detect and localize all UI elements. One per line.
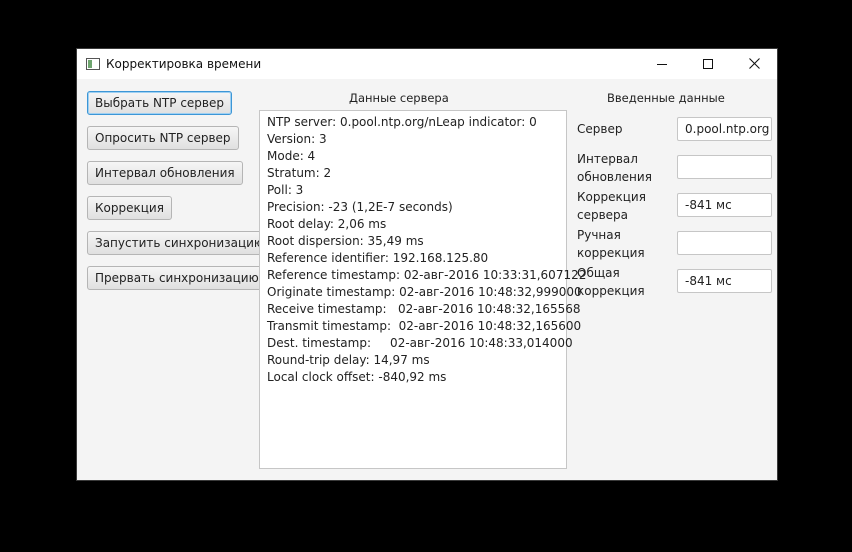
close-icon <box>749 58 760 69</box>
update-interval-button[interactable]: Интервал обновления <box>87 161 243 185</box>
server-data-line: Reference timestamp: 02-авг-2016 10:33:3… <box>267 268 587 282</box>
correction-button[interactable]: Коррекция <box>87 196 172 220</box>
title-bar: Корректировка времени <box>77 49 777 79</box>
server-data-line: Dest. timestamp: 02-авг-2016 10:48:33,01… <box>267 336 573 350</box>
server-data-title: Данные сервера <box>349 91 449 105</box>
server-data-line: Root dispersion: 35,49 ms <box>267 234 424 248</box>
total-correction-label: Общая коррекция <box>577 266 645 298</box>
server-correction-label: Коррекция сервера <box>577 190 646 222</box>
server-data-line: Mode: 4 <box>267 149 316 163</box>
start-sync-button[interactable]: Запустить синхронизацию <box>87 231 273 255</box>
app-window: Корректировка времени Выбрать NTP сервер… <box>77 49 777 480</box>
server-data-line: Poll: 3 <box>267 183 304 197</box>
server-data-line: Round-trip delay: 14,97 ms <box>267 353 430 367</box>
stop-sync-button[interactable]: Прервать синхронизацию <box>87 266 267 290</box>
interval-label: Интервал обновления <box>577 152 652 184</box>
server-data-line: Reference identifier: 192.168.125.80 <box>267 251 489 265</box>
poll-ntp-server-button[interactable]: Опросить NTP сервер <box>87 126 239 150</box>
server-data-line: Receive timestamp: 02-авг-2016 10:48:32,… <box>267 302 581 316</box>
manual-correction-field[interactable] <box>677 231 772 255</box>
server-field[interactable]: 0.pool.ntp.org <box>677 117 772 141</box>
server-data-line: Precision: -23 (1,2E-7 seconds) <box>267 200 453 214</box>
total-correction-field[interactable]: -841 мс <box>677 269 772 293</box>
choose-ntp-server-button[interactable]: Выбрать NTP сервер <box>87 91 232 115</box>
minimize-button[interactable] <box>639 49 685 79</box>
server-data-line: Originate timestamp: 02-авг-2016 10:48:3… <box>267 285 582 299</box>
server-label: Сервер <box>577 122 623 136</box>
server-data-line: NTP server: 0.pool.ntp.org/nLeap indicat… <box>267 115 537 129</box>
server-data-line: Version: 3 <box>267 132 327 146</box>
server-data-line: Transmit timestamp: 02-авг-2016 10:48:32… <box>267 319 582 333</box>
maximize-button[interactable] <box>685 49 731 79</box>
app-window-icon <box>86 58 100 70</box>
server-data-line: Stratum: 2 <box>267 166 332 180</box>
interval-field[interactable] <box>677 155 772 179</box>
manual-correction-label: Ручная коррекция <box>577 228 645 260</box>
server-data-textarea[interactable]: NTP server: 0.pool.ntp.org/nLeap indicat… <box>259 110 586 469</box>
server-correction-field[interactable]: -841 мс <box>677 193 772 217</box>
window-content: Выбрать NTP сервер Опросить NTP сервер И… <box>77 79 777 480</box>
input-data-title: Введенные данные <box>607 91 725 105</box>
window-title: Корректировка времени <box>106 57 262 71</box>
close-button[interactable] <box>731 49 777 79</box>
server-data-line: Root delay: 2,06 ms <box>267 217 387 231</box>
server-data-line: Local clock offset: -840,92 ms <box>267 370 447 384</box>
